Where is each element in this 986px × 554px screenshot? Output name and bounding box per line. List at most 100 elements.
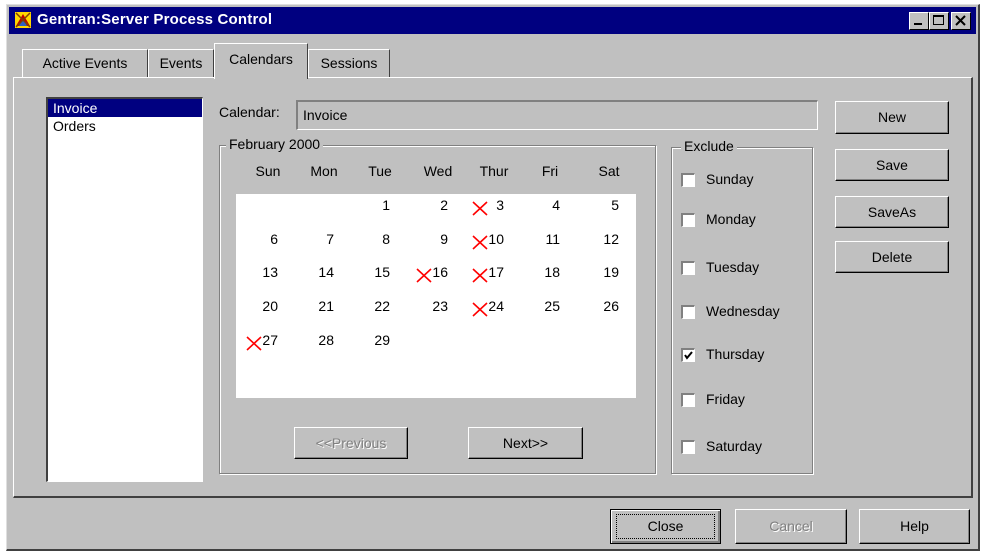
calendar-day[interactable]: 21	[298, 298, 342, 318]
calendar-day[interactable]: 18	[524, 264, 568, 284]
calendar-day[interactable]: 9	[412, 231, 456, 251]
maximize-icon	[933, 15, 944, 25]
day-number: 20	[262, 298, 278, 314]
tab-active-events[interactable]: Active Events	[22, 49, 148, 77]
checkbox[interactable]	[681, 173, 695, 187]
calendar-day[interactable]: 29	[354, 332, 398, 352]
calendar-day[interactable]: 5	[583, 197, 627, 217]
close-button[interactable]: Close	[610, 509, 721, 544]
calendar-day[interactable]: 4	[524, 197, 568, 217]
tab-events[interactable]: Events	[148, 49, 214, 77]
day-number: 27	[262, 332, 278, 348]
day-number: 8	[382, 231, 390, 247]
calendar-day[interactable]: 16	[412, 264, 456, 284]
weekday-header: Thur	[479, 163, 509, 179]
calendar-label: Calendar:	[219, 104, 280, 120]
calendar-day[interactable]: 14	[298, 264, 342, 284]
calendar-day[interactable]: 25	[524, 298, 568, 318]
list-item[interactable]: Invoice	[48, 99, 202, 117]
tab-calendars[interactable]: Calendars	[214, 43, 308, 79]
app-icon	[15, 12, 31, 28]
day-number: 5	[611, 197, 619, 213]
calendar-day[interactable]: 19	[583, 264, 627, 284]
day-number: 12	[603, 231, 619, 247]
day-number: 1	[382, 197, 390, 213]
minimize-icon	[914, 23, 922, 25]
new-button[interactable]: New	[835, 101, 949, 134]
checkbox[interactable]	[681, 261, 695, 275]
day-number: 13	[262, 264, 278, 280]
day-number: 25	[544, 298, 560, 314]
calendar-day[interactable]: 11	[524, 231, 568, 251]
calendar-day[interactable]: 13	[242, 264, 286, 284]
checkbox[interactable]	[681, 393, 695, 407]
day-number: 6	[270, 231, 278, 247]
calendar-day[interactable]: 3	[468, 197, 512, 217]
calendar-day[interactable]: 2	[412, 197, 456, 217]
calendar-day[interactable]: 27	[242, 332, 286, 352]
checkbox[interactable]	[681, 440, 695, 454]
calendar-day[interactable]: 12	[583, 231, 627, 251]
weekday-header: Mon	[310, 163, 338, 179]
day-number: 23	[432, 298, 448, 314]
calendar-day[interactable]: 17	[468, 264, 512, 284]
day-number: 21	[318, 298, 334, 314]
calendar-day[interactable]: 7	[298, 231, 342, 251]
calendar-day[interactable]: 28	[298, 332, 342, 352]
checkbox-label: Friday	[706, 391, 745, 407]
checkbox[interactable]	[681, 305, 695, 319]
saveas-button[interactable]: SaveAs	[835, 196, 949, 228]
calendar-day[interactable]: 15	[354, 264, 398, 284]
calendar-day[interactable]: 1	[354, 197, 398, 217]
previous-month-button[interactable]: <<Previous	[294, 427, 408, 459]
weekday-header: Sat	[598, 163, 620, 179]
excluded-x-icon	[472, 302, 488, 317]
calendar-name-field[interactable]: Invoice	[296, 100, 818, 130]
day-number: 7	[326, 231, 334, 247]
tab-sessions[interactable]: Sessions	[308, 49, 390, 77]
delete-button[interactable]: Delete	[835, 241, 949, 273]
day-number: 14	[318, 264, 334, 280]
day-number: 26	[603, 298, 619, 314]
calendar-day[interactable]: 8	[354, 231, 398, 251]
checkbox-label: Thursday	[706, 346, 765, 362]
calendar-listbox[interactable]: Invoice Orders	[46, 97, 203, 482]
weekday-header: Fri	[541, 163, 559, 179]
checkbox-label: Tuesday	[706, 259, 760, 275]
exclude-label: Exclude	[681, 138, 737, 154]
checkbox-label: Monday	[706, 211, 756, 227]
day-number: 2	[440, 197, 448, 213]
cancel-button[interactable]: Cancel	[735, 509, 847, 544]
list-item[interactable]: Orders	[48, 117, 202, 135]
title-bar[interactable]: Gentran:Server Process Control	[9, 7, 976, 34]
calendar-day[interactable]: 20	[242, 298, 286, 318]
close-window-button[interactable]	[951, 12, 971, 30]
excluded-x-icon	[472, 268, 488, 283]
day-number: 24	[488, 298, 504, 314]
calendar-grid[interactable]: 1 2 3 4 5 6 7 8 9 10 11 12 13 14 15 16 17 18 19 20 21 22 23 24 2…	[236, 194, 636, 398]
window-title: Gentran:Server Process Control	[37, 11, 273, 28]
tab-label: Active Events	[42, 55, 128, 71]
calendar-day[interactable]: 6	[242, 231, 286, 251]
checkbox[interactable]	[681, 213, 695, 227]
maximize-button[interactable]	[929, 12, 949, 30]
excluded-x-icon	[416, 268, 432, 283]
save-button[interactable]: Save	[835, 149, 949, 181]
next-month-button[interactable]: Next>>	[468, 427, 583, 459]
day-number: 10	[488, 231, 504, 247]
calendar-day[interactable]: 23	[412, 298, 456, 318]
excluded-x-icon	[246, 336, 262, 351]
calendar-day[interactable]: 22	[354, 298, 398, 318]
weekday-header: Sun	[255, 163, 281, 179]
day-number: 19	[603, 264, 619, 280]
day-number: 4	[552, 197, 560, 213]
calendar-day[interactable]: 10	[468, 231, 512, 251]
calendar-day[interactable]: 24	[468, 298, 512, 318]
checkbox[interactable]	[681, 348, 695, 362]
day-number: 9	[440, 231, 448, 247]
checkbox-label: Saturday	[706, 438, 763, 454]
checkmark-icon	[684, 351, 693, 360]
minimize-button[interactable]	[909, 12, 929, 30]
help-button[interactable]: Help	[859, 509, 970, 544]
calendar-day[interactable]: 26	[583, 298, 627, 318]
